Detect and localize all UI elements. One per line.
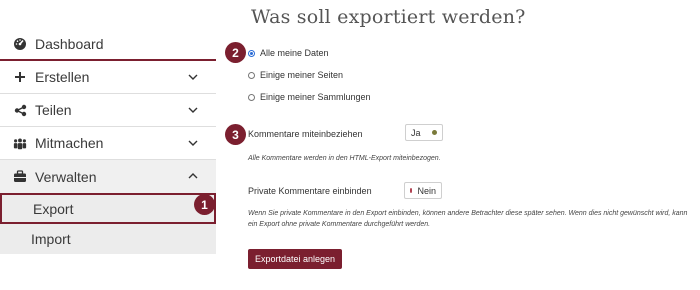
step-badge-1: 1 xyxy=(194,194,215,215)
sidebar-item-dashboard[interactable]: Dashboard xyxy=(0,28,216,61)
sidebar-subitem-import[interactable]: Import xyxy=(0,224,216,255)
sidebar-item-label: Verwalten xyxy=(35,168,97,185)
people-icon xyxy=(13,136,27,150)
option-all-data[interactable]: Alle meine Daten xyxy=(248,48,329,58)
option-label: Einige meiner Sammlungen xyxy=(260,92,371,102)
create-export-button[interactable]: Exportdatei anlegen xyxy=(248,249,343,269)
sidebar-item-verwalten[interactable]: Verwalten xyxy=(0,160,216,193)
sidebar-subitem-label: Export xyxy=(33,200,74,217)
comments-label: Kommentare miteinbeziehen xyxy=(248,129,363,139)
plus-icon xyxy=(13,70,27,84)
option-some-pages[interactable]: Einige meiner Seiten xyxy=(248,70,343,80)
private-comments-toggle[interactable]: Nein xyxy=(404,182,442,199)
toggle-dot-icon xyxy=(410,188,413,193)
sidebar-subitem-label: Import xyxy=(31,231,71,247)
dashboard-icon xyxy=(13,37,27,51)
sidebar-item-erstellen[interactable]: Erstellen xyxy=(0,61,216,94)
chevron-down-icon[interactable] xyxy=(188,105,198,115)
hint-line: Wenn Sie private Kommentare in den Expor… xyxy=(248,210,688,217)
comments-toggle[interactable]: Ja xyxy=(405,124,443,141)
toggle-value: Ja xyxy=(411,127,421,138)
toggle-dot-icon xyxy=(432,130,437,135)
option-label: Alle meine Daten xyxy=(260,48,329,58)
page-title: Was soll exportiert werden? xyxy=(251,6,526,28)
step-badge-2: 2 xyxy=(225,42,246,63)
sidebar-item-label: Mitmachen xyxy=(35,135,104,151)
sidebar-subitem-export[interactable]: Export xyxy=(0,193,216,224)
briefcase-icon xyxy=(13,170,27,184)
radio-button[interactable] xyxy=(248,93,255,101)
option-label: Einige meiner Seiten xyxy=(260,70,344,80)
sidebar-item-teilen[interactable]: Teilen xyxy=(0,94,216,127)
chevron-up-icon[interactable] xyxy=(188,171,198,181)
sidebar: Dashboard Erstellen Teilen Mitmachen Ver… xyxy=(0,28,216,255)
sidebar-item-label: Dashboard xyxy=(35,35,104,52)
radio-button[interactable] xyxy=(248,49,255,57)
hint-line: ein Export ohne private Kommentare durch… xyxy=(248,221,431,228)
option-some-collections[interactable]: Einige meiner Sammlungen xyxy=(248,92,371,102)
comments-hint: Alle Kommentare werden in den HTML-Expor… xyxy=(248,155,441,162)
sidebar-item-mitmachen[interactable]: Mitmachen xyxy=(0,127,216,160)
share-icon xyxy=(13,103,27,117)
private-comments-hint: Wenn Sie private Kommentare in den Expor… xyxy=(248,208,696,230)
toggle-value: Nein xyxy=(417,185,436,196)
sidebar-item-label: Teilen xyxy=(35,102,72,118)
step-badge-3: 3 xyxy=(225,124,246,145)
sidebar-item-label: Erstellen xyxy=(35,69,90,85)
chevron-down-icon[interactable] xyxy=(188,72,198,82)
private-comments-label: Private Kommentare einbinden xyxy=(248,186,372,196)
chevron-down-icon[interactable] xyxy=(188,138,198,148)
radio-button[interactable] xyxy=(248,71,255,79)
